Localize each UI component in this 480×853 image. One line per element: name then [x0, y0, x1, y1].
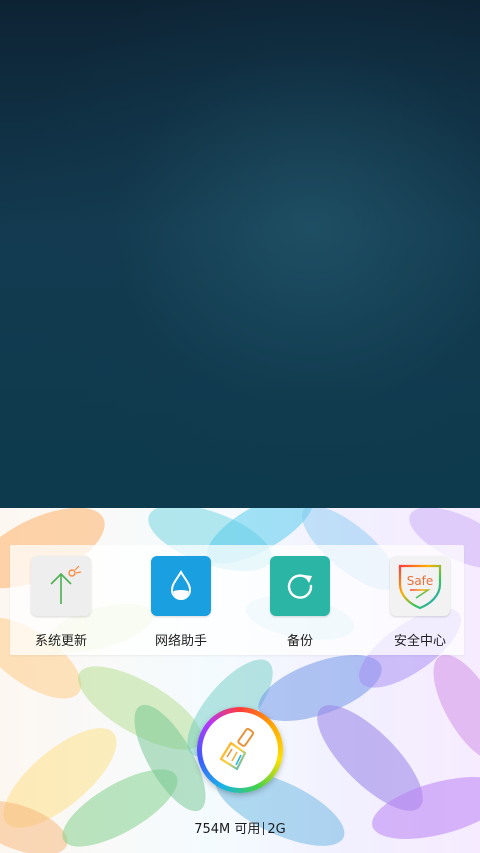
backup-icon — [270, 556, 330, 616]
shortcut-network-assistant[interactable]: 网络助手 — [131, 556, 231, 652]
shortcut-security-center[interactable]: Safe 安全中心 — [370, 556, 470, 652]
system-update-icon — [31, 556, 91, 616]
shortcut-label: 安全中心 — [393, 634, 446, 649]
network-assistant-icon — [151, 556, 211, 616]
security-center-icon: Safe — [390, 556, 450, 616]
blurred-home-screen-background — [0, 0, 480, 508]
memory-available: 754M 可用 — [194, 822, 261, 837]
shortcut-label: 备份 — [286, 634, 313, 649]
broom-icon — [219, 727, 255, 771]
memory-total: 2G — [267, 822, 286, 837]
safe-text: Safe — [407, 574, 434, 588]
clean-button-face — [202, 712, 278, 788]
shortcut-label: 系统更新 — [34, 634, 87, 649]
shortcut-backup[interactable]: 备份 — [250, 556, 350, 652]
memory-status: 754M 可用 2G — [0, 818, 480, 837]
shortcut-system-update[interactable]: 系统更新 — [11, 556, 111, 652]
shortcut-label: 网络助手 — [154, 634, 207, 649]
memory-separator — [263, 822, 265, 835]
memory-clean-button[interactable] — [197, 707, 283, 793]
